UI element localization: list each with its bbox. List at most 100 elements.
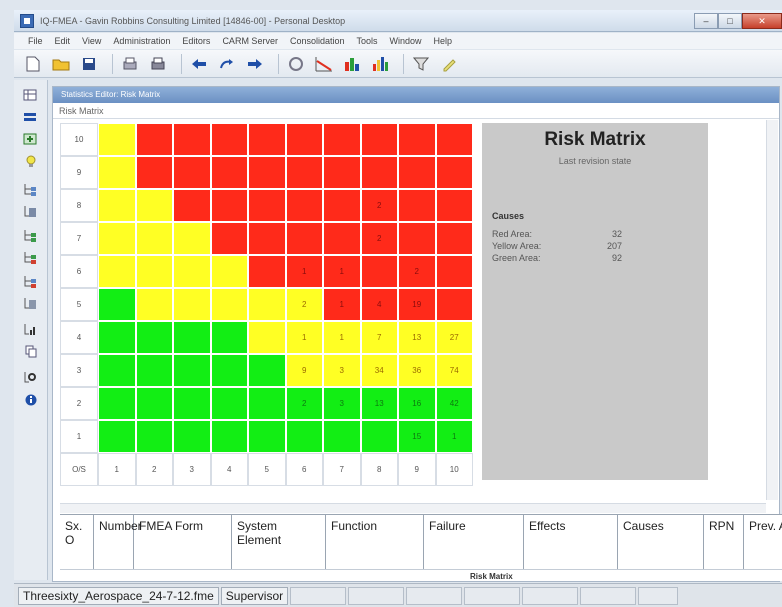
risk-cell[interactable] — [98, 123, 136, 156]
risk-cell[interactable] — [98, 420, 136, 453]
redo-icon[interactable] — [216, 53, 238, 75]
risk-cell[interactable] — [323, 189, 361, 222]
risk-cell[interactable] — [323, 222, 361, 255]
risk-cell[interactable] — [210, 420, 248, 453]
risk-cell[interactable] — [210, 354, 248, 387]
lightbulb-icon[interactable] — [20, 152, 40, 170]
risk-cell[interactable] — [360, 123, 398, 156]
risk-cell[interactable] — [135, 189, 173, 222]
risk-cell[interactable] — [173, 156, 211, 189]
risk-cell[interactable]: 15 — [398, 420, 436, 453]
tree-copy-icon[interactable] — [20, 342, 40, 360]
save-icon[interactable] — [78, 53, 100, 75]
risk-cell[interactable] — [360, 420, 398, 453]
menu-view[interactable]: View — [82, 36, 101, 46]
highlight-icon[interactable] — [438, 53, 460, 75]
risk-cell[interactable] — [248, 387, 286, 420]
risk-cell[interactable] — [248, 255, 286, 288]
risk-cell[interactable] — [98, 321, 136, 354]
risk-cell[interactable] — [173, 288, 211, 321]
risk-cell[interactable]: 2 — [285, 387, 323, 420]
risk-cell[interactable] — [323, 123, 361, 156]
risk-cell[interactable]: 1 — [435, 420, 473, 453]
risk-cell[interactable]: 13 — [398, 321, 436, 354]
risk-cell[interactable]: 2 — [398, 255, 436, 288]
risk-cell[interactable] — [135, 222, 173, 255]
column-header-causes[interactable]: Causes — [618, 515, 704, 569]
column-header-effects[interactable]: Effects — [524, 515, 618, 569]
chart-line-icon[interactable] — [313, 53, 335, 75]
risk-cell[interactable] — [435, 255, 473, 288]
chart-bar-icon[interactable] — [369, 53, 391, 75]
risk-cell[interactable] — [248, 321, 286, 354]
risk-cell[interactable] — [210, 123, 248, 156]
risk-cell[interactable] — [135, 321, 173, 354]
forward-arrow-icon[interactable] — [244, 53, 266, 75]
risk-cell[interactable] — [323, 420, 361, 453]
risk-cell[interactable] — [98, 288, 136, 321]
risk-cell[interactable] — [398, 123, 436, 156]
risk-cell[interactable]: 36 — [398, 354, 436, 387]
risk-cell[interactable] — [323, 156, 361, 189]
risk-cell[interactable] — [135, 420, 173, 453]
column-header-failure[interactable]: Failure — [424, 515, 524, 569]
risk-cell[interactable] — [135, 255, 173, 288]
risk-cell[interactable] — [135, 288, 173, 321]
table-icon[interactable] — [20, 86, 40, 104]
menu-window[interactable]: Window — [390, 36, 422, 46]
risk-cell[interactable] — [248, 156, 286, 189]
column-header-fmea-form[interactable]: FMEA Form — [134, 515, 232, 569]
chart-mixed-icon[interactable] — [341, 53, 363, 75]
risk-cell[interactable] — [210, 321, 248, 354]
risk-cell[interactable] — [173, 321, 211, 354]
filter-icon[interactable] — [410, 53, 432, 75]
risk-cell[interactable]: 34 — [360, 354, 398, 387]
tree-branch-icon[interactable] — [20, 180, 40, 198]
risk-cell[interactable] — [210, 288, 248, 321]
column-header-sx-o[interactable]: Sx. O — [60, 515, 94, 569]
print-icon[interactable] — [147, 53, 169, 75]
column-header-system-element[interactable]: System Element — [232, 515, 326, 569]
risk-cell[interactable] — [285, 123, 323, 156]
risk-cell[interactable] — [210, 222, 248, 255]
tree-chart-icon[interactable] — [20, 320, 40, 338]
risk-cell[interactable] — [248, 420, 286, 453]
risk-cell[interactable]: 1 — [323, 321, 361, 354]
risk-cell[interactable] — [173, 387, 211, 420]
risk-cell[interactable] — [435, 189, 473, 222]
risk-cell[interactable] — [173, 123, 211, 156]
risk-cell[interactable] — [173, 222, 211, 255]
vertical-scrollbar[interactable] — [766, 120, 778, 500]
risk-cell[interactable] — [285, 420, 323, 453]
menu-editors[interactable]: Editors — [182, 36, 210, 46]
risk-cell[interactable]: 3 — [323, 387, 361, 420]
print-preview-icon[interactable] — [119, 53, 141, 75]
risk-cell[interactable] — [98, 222, 136, 255]
risk-cell[interactable]: 4 — [360, 288, 398, 321]
info-icon[interactable] — [20, 390, 40, 408]
risk-cell[interactable] — [435, 156, 473, 189]
column-header-prev-action[interactable]: Prev. Acti — [744, 515, 782, 569]
minimize-button[interactable]: – — [694, 13, 718, 29]
risk-cell[interactable]: 13 — [360, 387, 398, 420]
risk-cell[interactable]: 7 — [360, 321, 398, 354]
menu-help[interactable]: Help — [434, 36, 453, 46]
risk-cell[interactable] — [135, 123, 173, 156]
risk-cell[interactable]: 2 — [285, 288, 323, 321]
risk-cell[interactable] — [248, 288, 286, 321]
risk-cell[interactable] — [398, 222, 436, 255]
risk-cell[interactable] — [98, 354, 136, 387]
risk-cell[interactable] — [435, 123, 473, 156]
risk-cell[interactable] — [210, 156, 248, 189]
risk-cell[interactable] — [360, 255, 398, 288]
tree-collapse-icon[interactable] — [20, 272, 40, 290]
menu-file[interactable]: File — [28, 36, 43, 46]
risk-cell[interactable] — [98, 255, 136, 288]
risk-cell[interactable]: 1 — [285, 255, 323, 288]
menu-consolidation[interactable]: Consolidation — [290, 36, 345, 46]
minus-bar-icon[interactable] — [20, 108, 40, 126]
tree-list-icon[interactable] — [20, 202, 40, 220]
risk-cell[interactable] — [398, 156, 436, 189]
back-arrow-icon[interactable] — [188, 53, 210, 75]
risk-cell[interactable]: 2 — [360, 222, 398, 255]
